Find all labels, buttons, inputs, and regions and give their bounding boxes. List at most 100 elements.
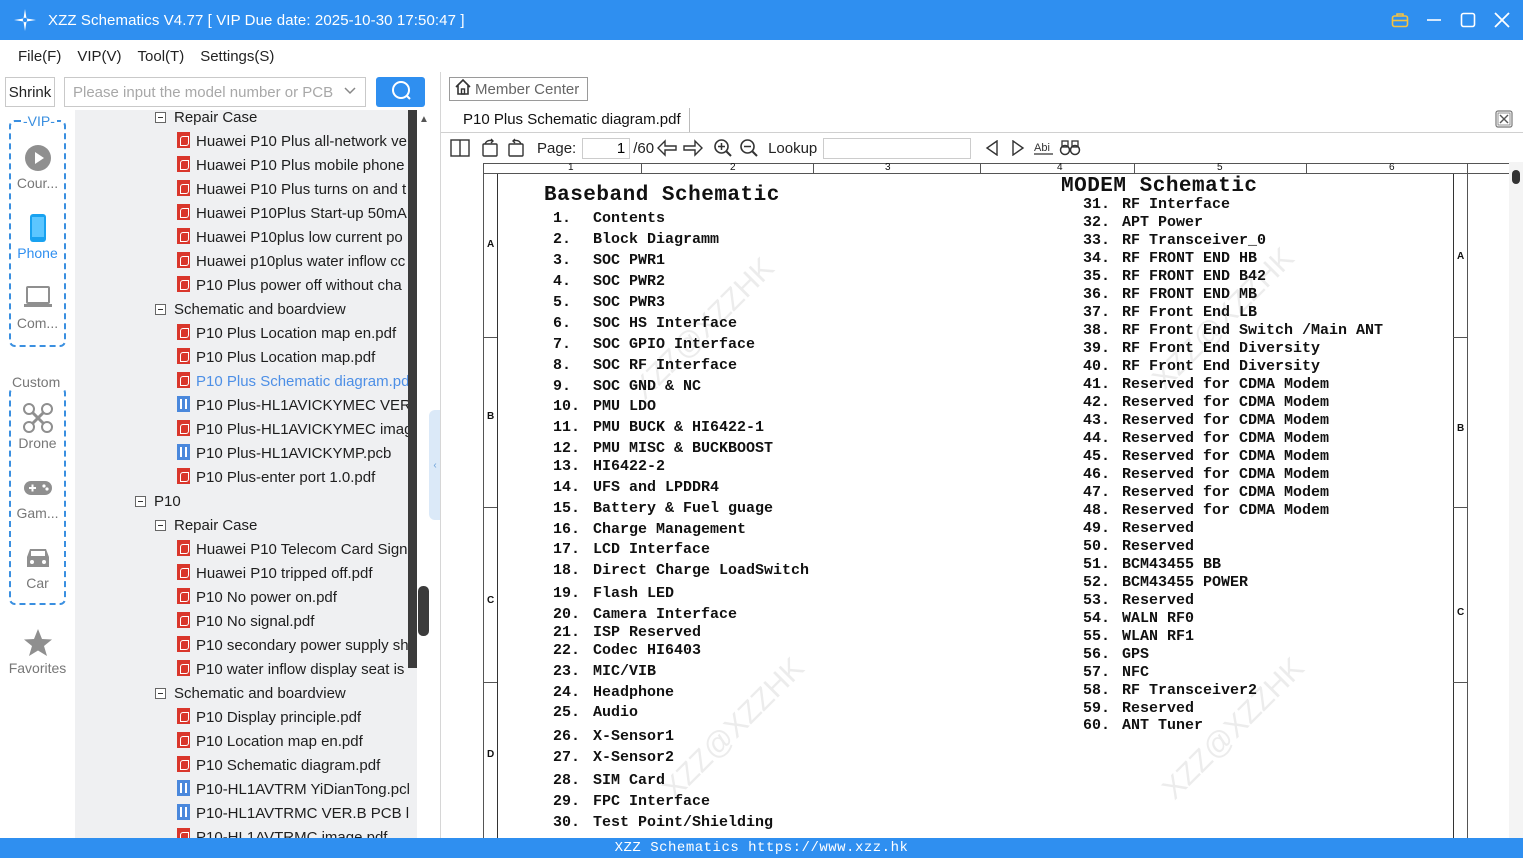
- tree-file[interactable]: Huawei P10 Telecom Card Sign: [177, 538, 409, 562]
- entry-number: 54.: [1083, 610, 1111, 627]
- close-tab-icon[interactable]: [1495, 110, 1513, 133]
- split-view-icon[interactable]: [447, 136, 473, 160]
- zoom-in-icon[interactable]: [710, 136, 736, 160]
- tree-file[interactable]: P10-HL1AVTRMC image.pdf: [177, 826, 409, 838]
- collapse-icon[interactable]: [155, 111, 166, 123]
- zoom-out-icon[interactable]: [736, 136, 762, 160]
- vip-badge-icon[interactable]: [1389, 9, 1411, 31]
- rail-item-phone[interactable]: Phone: [0, 213, 75, 261]
- entry-number: 60.: [1083, 717, 1111, 734]
- menu-tool[interactable]: Tool(T): [138, 48, 185, 65]
- maximize-icon[interactable]: [1457, 9, 1479, 31]
- menu-vip[interactable]: VIP(V): [77, 48, 121, 65]
- rail-item-computer[interactable]: Com...: [0, 283, 75, 331]
- tree-file[interactable]: Huawei P10 Plus turns on and t: [177, 178, 409, 202]
- entry-number: 38.: [1083, 322, 1111, 339]
- close-icon[interactable]: [1491, 9, 1513, 31]
- menu-settings[interactable]: Settings(S): [200, 48, 274, 65]
- rail-item-drone[interactable]: Drone: [0, 403, 75, 451]
- tree-file[interactable]: P10 Plus-HL1AVICKYMEC image: [177, 418, 409, 442]
- document-tab[interactable]: P10 Plus Schematic diagram.pdf: [455, 108, 690, 132]
- tree-file[interactable]: P10 Plus-HL1AVICKYMP.pcb: [177, 442, 409, 466]
- rail-item-games[interactable]: Gam...: [0, 473, 75, 521]
- rail-item-courses[interactable]: Cour...: [0, 143, 75, 191]
- document-scrollbar-thumb[interactable]: [1512, 170, 1520, 184]
- scroll-up-arrow-icon[interactable]: ▲: [419, 114, 429, 125]
- tree-folder[interactable]: Schematic and boardview: [155, 298, 415, 322]
- rotate-left-icon[interactable]: [477, 136, 503, 160]
- rail-item-favorites[interactable]: Favorites: [0, 628, 75, 676]
- entry-number: 8.: [553, 357, 572, 374]
- next-page-icon[interactable]: [680, 136, 706, 160]
- category-rail: -VIP- Cour... Phone Com... Custom Drone …: [0, 110, 75, 838]
- tree-file[interactable]: P10 Schematic diagram.pdf: [177, 754, 409, 778]
- tree-file[interactable]: P10 Plus Location map.pdf: [177, 346, 409, 370]
- entry-title: Camera Interface: [593, 606, 738, 623]
- tree-scroll-track[interactable]: [408, 110, 417, 668]
- tree-file[interactable]: P10-HL1AVTRM YiDianTong.pcl: [177, 778, 409, 802]
- tree-file[interactable]: Huawei p10plus water inflow cc: [177, 250, 409, 274]
- tree-file[interactable]: P10 No signal.pdf: [177, 610, 409, 634]
- svg-text:Abi: Abi: [1034, 142, 1050, 154]
- schematic-page: 1 2 3 4 5 6 A B C D A B C XZZ@XZZHK XZZ@…: [441, 162, 1509, 838]
- entry-title: Reserved: [1122, 538, 1195, 555]
- pdf-file-icon: [177, 636, 190, 653]
- menu-file[interactable]: File(F): [18, 48, 61, 65]
- pdf-viewer[interactable]: 1 2 3 4 5 6 A B C D A B C XZZ@XZZHK XZZ@…: [441, 162, 1509, 838]
- tree-folder[interactable]: Repair Case: [155, 514, 415, 538]
- find-next-icon[interactable]: [1005, 136, 1031, 160]
- tree-file[interactable]: P10 No power on.pdf: [177, 586, 409, 610]
- page-number-input[interactable]: [582, 137, 631, 159]
- tree-file[interactable]: P10 Display principle.pdf: [177, 706, 409, 730]
- tree-file[interactable]: P10 secondary power supply sh: [177, 634, 409, 658]
- collapse-icon[interactable]: [155, 519, 166, 531]
- viewer-toolbar: Page: /60 Lookup Abi: [441, 134, 1523, 162]
- tree-folder[interactable]: Repair Case: [155, 110, 415, 130]
- tree-scrollbar-thumb[interactable]: [418, 586, 429, 636]
- find-all-icon[interactable]: [1057, 136, 1083, 160]
- vip-group-label: -VIP-: [21, 113, 57, 129]
- tree-file[interactable]: P10 Plus-HL1AVICKYMEC VER.A: [177, 394, 409, 418]
- tree-file[interactable]: Huawei P10 Plus mobile phone: [177, 154, 409, 178]
- collapse-icon[interactable]: [135, 495, 146, 507]
- tree-file[interactable]: Huawei P10Plus Start-up 50mA: [177, 202, 409, 226]
- document-scrollbar[interactable]: [1509, 162, 1523, 838]
- entry-number: 39.: [1083, 340, 1111, 357]
- find-previous-icon[interactable]: [979, 136, 1005, 160]
- tree-file[interactable]: Huawei P10 tripped off.pdf: [177, 562, 409, 586]
- model-search-combobox[interactable]: [64, 77, 366, 107]
- watermark: XZZ@XZZHK: [656, 651, 811, 806]
- rail-item-car[interactable]: Car: [0, 543, 75, 591]
- entry-title: WLAN RF1: [1122, 628, 1195, 645]
- tree-file[interactable]: Huawei P10plus low current po: [177, 226, 409, 250]
- entry-number: 2.: [553, 231, 572, 248]
- lookup-input[interactable]: [823, 137, 972, 159]
- tree-folder[interactable]: Schematic and boardview: [155, 682, 415, 706]
- pdf-file-icon: [177, 420, 190, 437]
- prev-page-icon[interactable]: [654, 136, 680, 160]
- entry-title: Reserved: [1122, 592, 1195, 609]
- tree-file[interactable]: Huawei P10 Plus all-network ve: [177, 130, 409, 154]
- tree-file[interactable]: P10 Plus Location map en.pdf: [177, 322, 409, 346]
- tree-folder[interactable]: P10: [135, 490, 415, 514]
- chevron-down-icon[interactable]: [343, 84, 357, 103]
- tree-file[interactable]: P10 Plus-enter port 1.0.pdf: [177, 466, 409, 490]
- rotate-right-icon[interactable]: [503, 136, 529, 160]
- entry-number: 28.: [553, 772, 581, 789]
- entry-number: 30.: [553, 814, 581, 831]
- collapse-icon[interactable]: [155, 303, 166, 315]
- tree-file[interactable]: P10 water inflow display seat is: [177, 658, 409, 682]
- minimize-icon[interactable]: [1423, 9, 1445, 31]
- collapse-icon[interactable]: [155, 687, 166, 699]
- match-case-icon[interactable]: Abi: [1031, 136, 1057, 160]
- search-button[interactable]: [376, 77, 425, 107]
- shrink-button[interactable]: Shrink: [5, 77, 55, 107]
- entry-title: Reserved for CDMA Modem: [1122, 448, 1330, 465]
- tree-file[interactable]: P10 Location map en.pdf: [177, 730, 409, 754]
- pdf-file-icon: [177, 564, 190, 581]
- tree-file[interactable]: P10 Plus power off without cha: [177, 274, 409, 298]
- tree-file[interactable]: P10-HL1AVTRMC VER.B PCB lay: [177, 802, 409, 826]
- member-center-button[interactable]: Member Center: [449, 77, 588, 101]
- search-input[interactable]: [65, 78, 335, 106]
- tree-file-selected[interactable]: P10 Plus Schematic diagram.pd: [177, 370, 409, 394]
